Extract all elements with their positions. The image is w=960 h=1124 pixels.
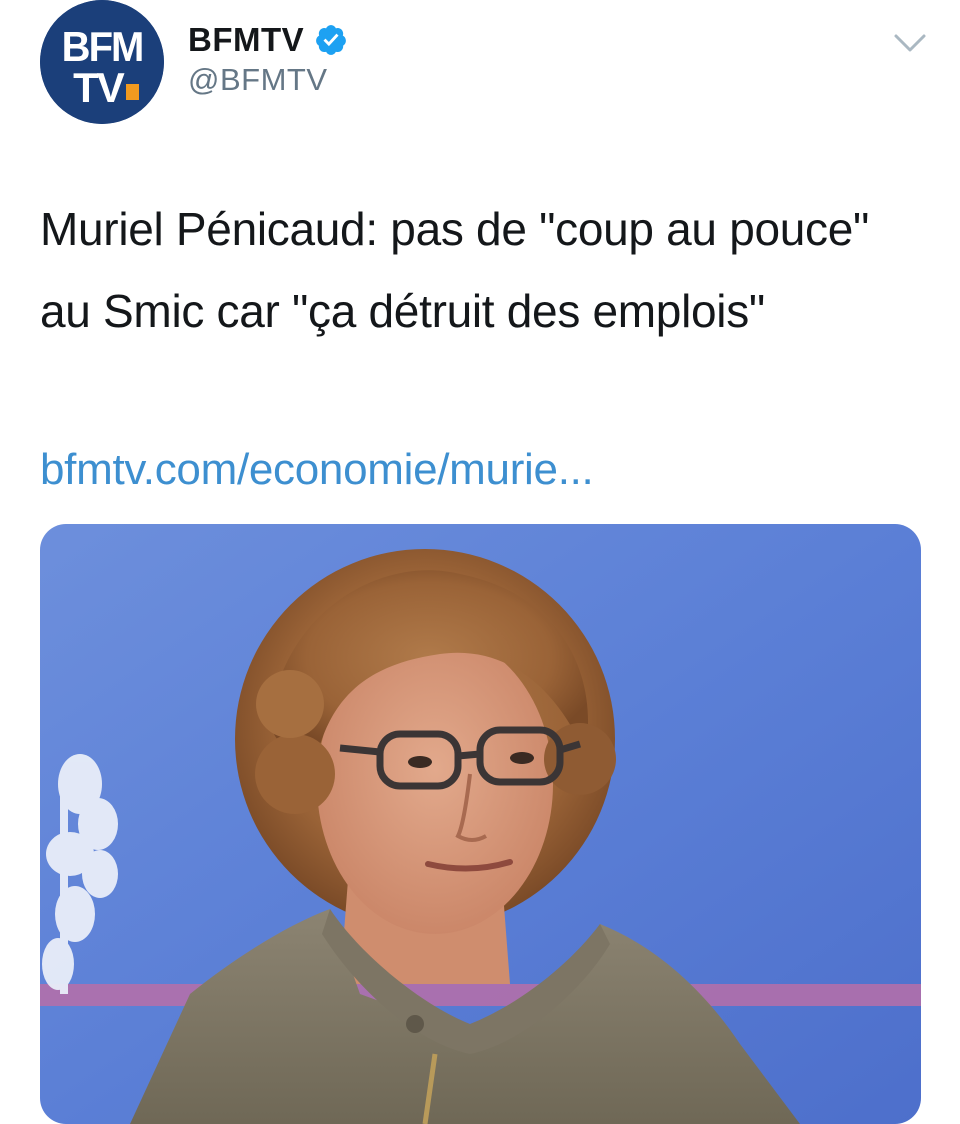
logo-dot bbox=[126, 84, 139, 100]
tweet-photo[interactable] bbox=[40, 524, 921, 1124]
logo-text-bottom: TV bbox=[73, 64, 125, 111]
chevron-down-icon[interactable] bbox=[890, 28, 930, 58]
avatar[interactable]: BFM TV bbox=[40, 0, 164, 124]
account-handle[interactable]: @BFMTV bbox=[188, 62, 328, 98]
display-name-row: BFMTV bbox=[188, 18, 348, 62]
tweet-card: BFM TV BFMTV @BFMTV Muriel Pénicaud: pas… bbox=[0, 0, 960, 1124]
display-name[interactable]: BFMTV bbox=[188, 21, 304, 59]
article-link[interactable]: bfmtv.com/economie/murie... bbox=[40, 440, 594, 500]
bfmtv-logo: BFM TV bbox=[40, 0, 164, 124]
tweet-text: Muriel Pénicaud: pas de "coup au pouce" … bbox=[40, 203, 870, 337]
photo-image bbox=[40, 524, 921, 1124]
verified-badge-icon bbox=[314, 23, 348, 57]
